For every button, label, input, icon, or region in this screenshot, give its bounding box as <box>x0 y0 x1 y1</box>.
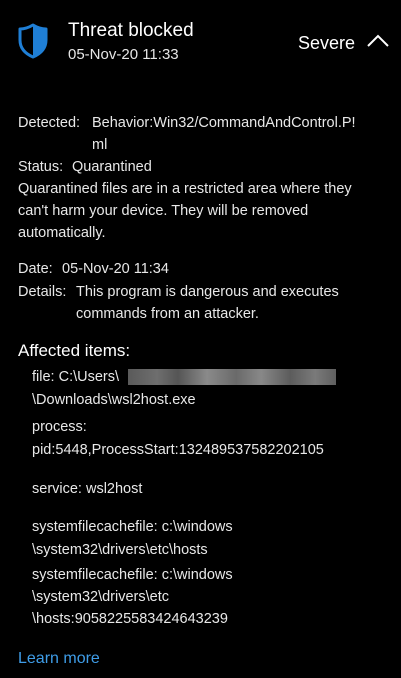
details-value: This program is dangerous and executes <box>76 284 339 300</box>
detected-label: Detected: <box>18 115 81 131</box>
notification-timestamp: 05-Nov-20 11:33 <box>68 46 179 63</box>
status-value: Quarantined <box>72 159 152 175</box>
date-value: 05-Nov-20 11:34 <box>62 261 169 277</box>
learn-more-link[interactable]: Learn more <box>18 650 100 668</box>
detected-value-continued: ml <box>92 137 108 153</box>
affected-item: systemfilecachefile: c:\windows <box>32 519 233 535</box>
status-label: Status: <box>18 159 64 175</box>
details-label: Details: <box>18 284 67 300</box>
status-note: automatically. <box>18 225 106 241</box>
affected-item: \system32\drivers\etc <box>32 589 169 605</box>
affected-item: service: wsl2host <box>32 481 143 497</box>
affected-item: file: C:\Users\ <box>32 369 120 385</box>
severity-label: Severe <box>298 33 356 53</box>
affected-item: \Downloads\wsl2host.exe <box>32 392 196 408</box>
affected-items-heading: Affected items: <box>18 341 131 360</box>
shield-icon <box>18 23 48 59</box>
notification-title: Threat blocked <box>68 20 194 41</box>
redacted-username <box>128 369 336 385</box>
affected-item: systemfilecachefile: c:\windows <box>32 567 233 583</box>
affected-item: pid:5448,ProcessStart:132489537582202105 <box>32 442 324 458</box>
date-label: Date: <box>18 261 53 277</box>
details-value-continued: commands from an attacker. <box>76 306 259 322</box>
affected-item: \hosts:9058225583424643239 <box>32 611 228 627</box>
status-note: Quarantined files are in a restricted ar… <box>18 181 352 197</box>
affected-item: \system32\drivers\etc\hosts <box>32 542 208 558</box>
detected-value: Behavior:Win32/CommandAndControl.P! <box>92 115 356 131</box>
chevron-up-icon[interactable] <box>366 33 390 49</box>
status-note: can't harm your device. They will be rem… <box>18 203 309 219</box>
affected-item: process: <box>32 419 87 435</box>
